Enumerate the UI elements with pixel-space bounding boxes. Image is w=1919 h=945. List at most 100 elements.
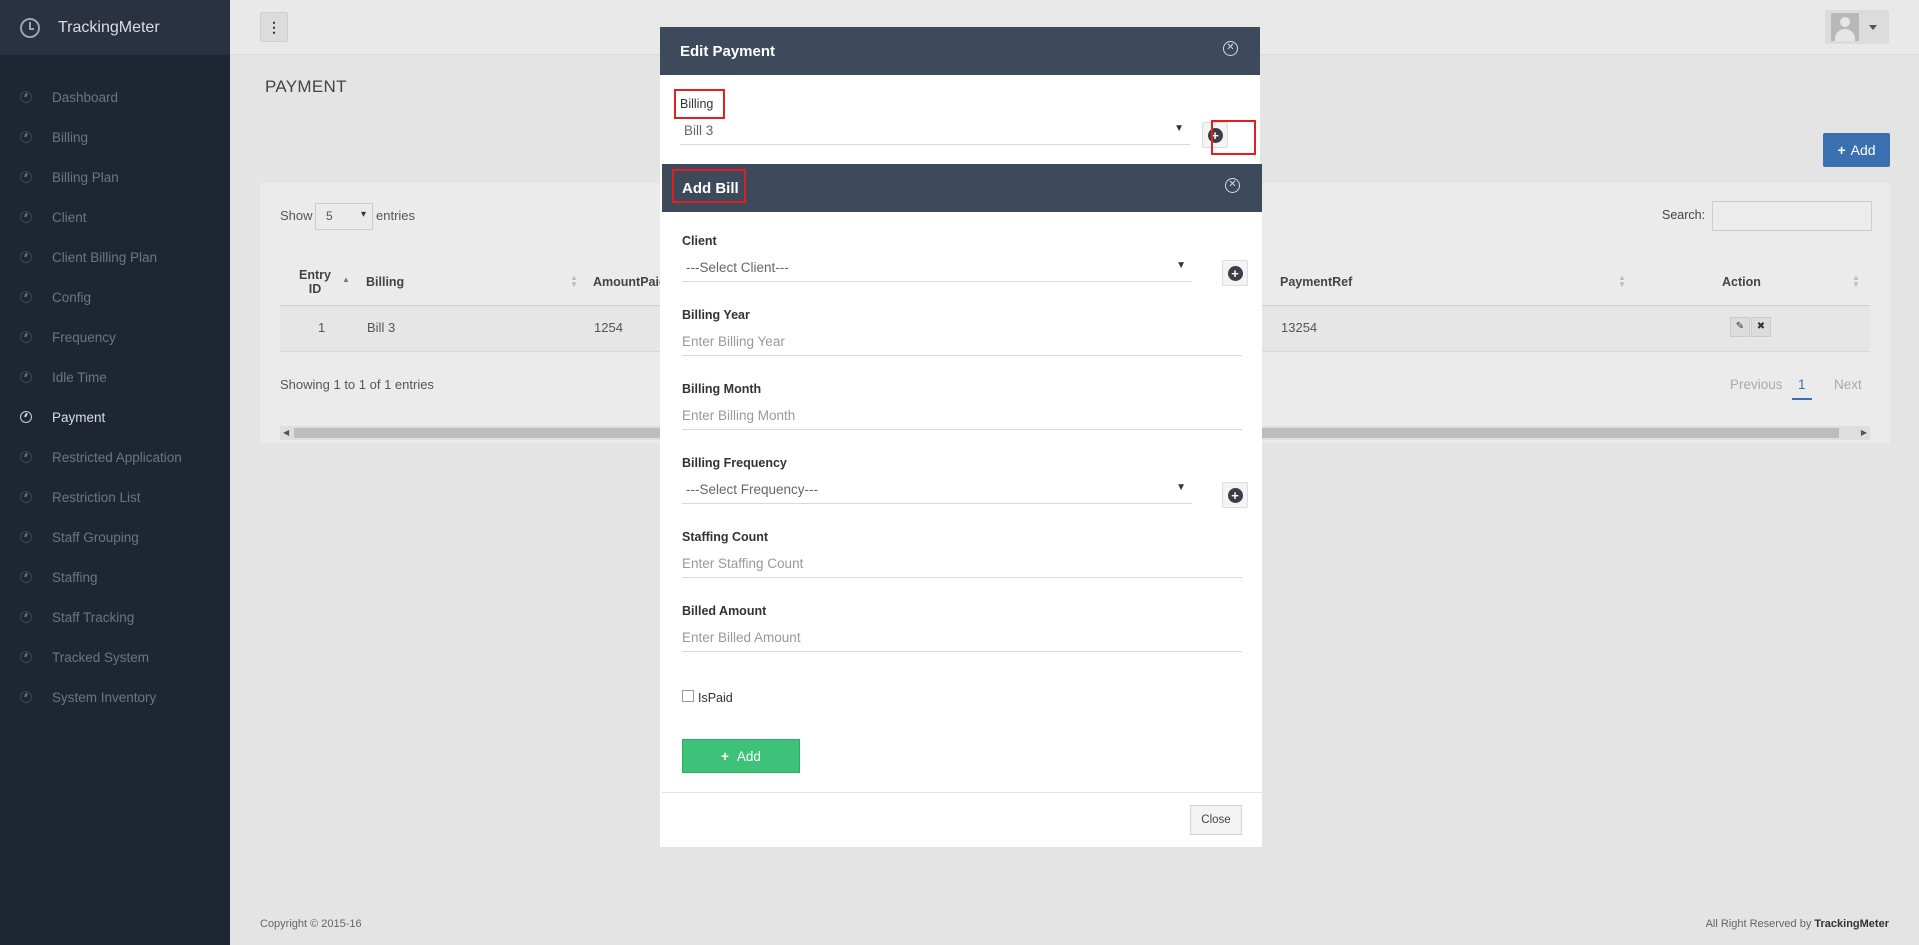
plus-icon: +	[1837, 142, 1846, 158]
sidebar-item-restriction-list[interactable]: Restriction List	[0, 477, 230, 517]
menu-toggle-button[interactable]: ⋮	[260, 12, 288, 42]
cell-payment-ref: 13254	[1281, 320, 1318, 335]
brand[interactable]: TrackingMeter	[0, 0, 230, 55]
sidebar-item-config[interactable]: Config	[0, 277, 230, 317]
client-label: Client	[682, 234, 717, 248]
client-select[interactable]: ---Select Client--- ▼	[682, 256, 1192, 282]
sidebar-item-label: Dashboard	[52, 89, 119, 105]
pagination-next[interactable]: Next	[1834, 377, 1862, 392]
add-bill-modal: Add Bill ✕ Client ---Select Client--- ▼ +…	[662, 164, 1262, 847]
sidebar-item-idle-time[interactable]: Idle Time	[0, 357, 230, 397]
billed-amount-label: Billed Amount	[682, 604, 767, 618]
staffing-count-input[interactable]: Enter Staffing Count	[682, 552, 1242, 578]
close-icon: ✖	[1756, 321, 1766, 332]
add-bill-button[interactable]: + Add	[682, 739, 800, 773]
column-label: AmountPaid	[593, 275, 667, 289]
sidebar-item-restricted-application[interactable]: Restricted Application	[0, 437, 230, 477]
close-button-label: Close	[1201, 814, 1231, 826]
ispaid-checkbox[interactable]	[682, 690, 694, 702]
sidebar-item-label: Config	[52, 289, 92, 305]
edit-payment-title: Edit Payment	[680, 42, 776, 60]
plus-circle-icon: +	[1227, 487, 1243, 503]
sidebar-item-staffing[interactable]: Staffing	[0, 557, 230, 597]
sidebar-item-dashboard[interactable]: Dashboard	[0, 77, 230, 117]
gauge-icon	[20, 451, 32, 463]
edit-row-button[interactable]: ✎	[1730, 317, 1750, 337]
search-input[interactable]	[1712, 201, 1872, 231]
pagination-page-1[interactable]: 1	[1792, 377, 1812, 400]
column-header-entry-id[interactable]: Entry ID	[290, 258, 340, 306]
close-button[interactable]: Close	[1190, 805, 1242, 835]
add-bill-button-label: Add	[736, 748, 761, 764]
add-payment-button[interactable]: + Add	[1823, 133, 1890, 167]
sidebar-item-label: Idle Time	[52, 369, 107, 385]
gauge-icon	[20, 371, 32, 383]
entries-label: entries	[376, 208, 416, 223]
footer-rights-prefix: All Right Reserved by	[1705, 918, 1812, 930]
add-bill-header: Add Bill ✕	[662, 164, 1262, 212]
billing-select[interactable]: Bill 3 ▼	[680, 119, 1190, 145]
add-client-button[interactable]: +	[1222, 260, 1248, 286]
avatar-icon	[1831, 13, 1859, 41]
gauge-icon	[20, 571, 32, 583]
sidebar-item-client-billing-plan[interactable]: Client Billing Plan	[0, 237, 230, 277]
gauge-icon	[20, 131, 32, 143]
column-label: Billing	[366, 275, 405, 289]
sidebar-item-billing-plan[interactable]: Billing Plan	[0, 157, 230, 197]
delete-row-button[interactable]: ✖	[1751, 317, 1771, 337]
close-edit-modal-icon[interactable]: ✕	[1223, 41, 1238, 56]
user-menu-button[interactable]	[1825, 10, 1889, 44]
billing-frequency-value: ---Select Frequency---	[686, 482, 819, 497]
close-add-modal-icon[interactable]: ✕	[1225, 178, 1240, 193]
scroll-left-icon[interactable]: ◀	[283, 428, 289, 437]
sidebar: TrackingMeter Dashboard Billing Billing …	[0, 0, 230, 945]
billing-year-input[interactable]: Enter Billing Year	[682, 330, 1242, 356]
sidebar-item-system-inventory[interactable]: System Inventory	[0, 677, 230, 717]
sidebar-item-label: Billing Plan	[52, 169, 119, 185]
sidebar-item-client[interactable]: Client	[0, 197, 230, 237]
billing-month-input[interactable]: Enter Billing Month	[682, 404, 1242, 430]
search-label: Search:	[1662, 208, 1706, 222]
column-header-amount-paid[interactable]: AmountPaid	[593, 258, 667, 306]
cell-billing: Bill 3	[367, 320, 396, 335]
column-header-payment-ref[interactable]: PaymentRef	[1280, 258, 1352, 306]
sidebar-item-staff-tracking[interactable]: Staff Tracking	[0, 597, 230, 637]
billing-year-placeholder: Enter Billing Year	[682, 334, 785, 349]
sidebar-item-label: Client Billing Plan	[52, 249, 158, 265]
pencil-icon: ✎	[1735, 321, 1745, 332]
footer-rights: All Right Reserved by TrackingMeter	[1706, 918, 1889, 930]
sidebar-item-tracked-system[interactable]: Tracked System	[0, 637, 230, 677]
sidebar-item-payment[interactable]: Payment	[0, 397, 230, 437]
sidebar-item-label: Frequency	[52, 329, 116, 345]
pagination-previous[interactable]: Previous	[1730, 377, 1783, 392]
gauge-icon	[20, 91, 32, 103]
sidebar-item-billing[interactable]: Billing	[0, 117, 230, 157]
billing-frequency-select[interactable]: ---Select Frequency--- ▼	[682, 478, 1192, 504]
gauge-icon	[20, 691, 32, 703]
entries-per-page-select[interactable]: 5	[315, 203, 373, 230]
column-label: PaymentRef	[1280, 275, 1353, 289]
column-label: Entry ID	[299, 268, 331, 296]
billed-amount-input[interactable]: Enter Billed Amount	[682, 626, 1242, 652]
gauge-icon	[20, 411, 32, 423]
add-frequency-button[interactable]: +	[1222, 482, 1248, 508]
plus-icon: +	[721, 748, 729, 764]
sidebar-item-label: Billing	[52, 129, 89, 145]
billing-select-value: Bill 3	[684, 123, 714, 138]
kebab-icon: ⋮	[267, 18, 281, 35]
cell-entry-id: 1	[318, 320, 326, 335]
sidebar-item-frequency[interactable]: Frequency	[0, 317, 230, 357]
page-title: PAYMENT	[265, 77, 347, 96]
billed-amount-placeholder: Enter Billed Amount	[682, 630, 801, 645]
column-header-action[interactable]: Action	[1722, 258, 1761, 306]
sort-icon: ▲ ▼	[570, 273, 578, 289]
billing-frequency-label: Billing Frequency	[682, 456, 787, 470]
gauge-icon	[20, 211, 32, 223]
sidebar-item-label: Staffing	[52, 569, 98, 585]
scroll-right-icon[interactable]: ▶	[1861, 428, 1867, 437]
sidebar-item-staff-grouping[interactable]: Staff Grouping	[0, 517, 230, 557]
column-header-billing[interactable]: Billing	[366, 258, 404, 306]
gauge-icon	[20, 611, 32, 623]
dropdown-arrow-icon: ▼	[1176, 482, 1186, 493]
plus-circle-icon: +	[1227, 265, 1243, 281]
